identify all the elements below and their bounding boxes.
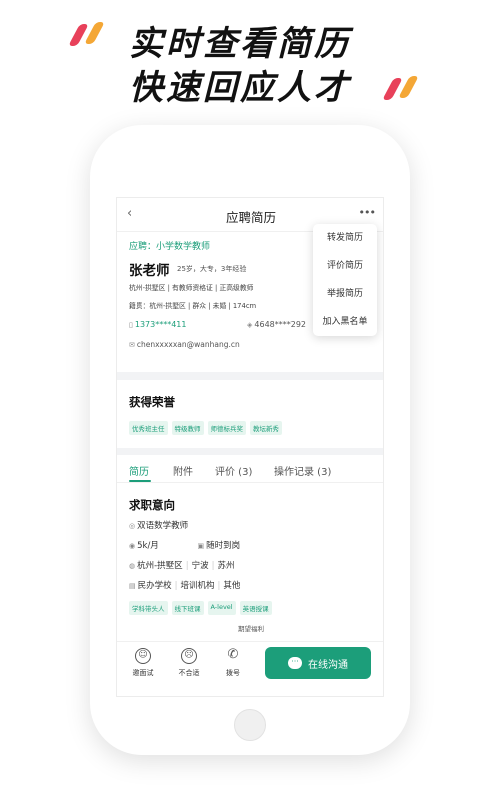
job-position: 双语数学教师 [137,521,189,531]
tab-indicator [129,480,151,482]
wechat-icon: ◈ [247,321,253,329]
phone-icon: ▯ [129,321,133,329]
not-suitable-button[interactable]: ☹ 不合适 [169,648,209,678]
calendar-icon: ▣ [197,542,205,550]
honor-section: 获得荣誉 优秀班主任 特级教师 师德标兵奖 教坛新秀 [117,380,383,448]
job-intention-title: 求职意向 [129,498,175,512]
honor-tags: 优秀班主任 特级教师 师德标兵奖 教坛新秀 [129,421,282,435]
school-type: 民办学校 [137,581,172,591]
wechat-id-text: 4648****292 [254,320,307,329]
job-tag: 英语授课 [239,601,272,615]
school-type: 培训机构 [180,581,215,591]
honor-title: 获得荣誉 [129,395,175,409]
tab-reviews[interactable]: 评价 (3) [215,463,252,478]
invite-interview-label: 邀面试 [132,669,154,677]
job-tags: 学科带头人 线下班课 A-level 英语授课 [129,601,272,615]
honor-tag: 师德标兵奖 [207,421,246,435]
headline-line-1: 实时查看简历 [129,24,351,64]
not-suitable-label: 不合适 [178,669,200,677]
wechat-id: ◈ 4648****292 [247,320,306,329]
email: ✉ chenxxxxxan@wanhang.cn [129,340,240,349]
job-salary-row: ◉ 5k/月 ▣ 随时到岗 [129,539,240,551]
job-position-row: ◎ 双语数学教师 [129,519,188,531]
job-location: 苏州 [217,561,235,571]
phone-frame: ‹ 应聘简历 ••• 应聘：小学数学教师 张老师 25岁，大专，3年经验 杭州-… [90,125,410,755]
call-button[interactable]: ✆ 拨号 [213,648,253,678]
job-location-row: ◍ 杭州-拱墅区 | 宁波 | 苏州 [129,561,235,571]
tab-resume[interactable]: 简历 [129,463,149,478]
phone-number[interactable]: ▯ 1373****411 [129,320,187,329]
bottom-action-bar: ☺ 邀面试 ☹ 不合适 ✆ 拨号 ··· 在线沟通 [117,641,383,691]
tab-attachments[interactable]: 附件 [173,463,193,478]
honor-tag: 优秀班主任 [129,421,168,435]
honor-tag: 教坛新秀 [250,421,282,435]
applied-position: 应聘：小学数学教师 [129,242,211,252]
job-tag: A-level [207,601,236,615]
person-icon: ☺ [135,648,151,664]
phone-number-text: 1373****411 [134,320,187,329]
sad-face-icon: ☹ [181,648,197,664]
menu-item-evaluate[interactable]: 评价简历 [313,252,377,280]
online-chat-button[interactable]: ··· 在线沟通 [265,647,371,679]
tab-bar: 简历 附件 评价 (3) 操作记录 (3) [117,455,383,483]
app-screen: ‹ 应聘简历 ••• 应聘：小学数学教师 张老师 25岁，大专，3年经验 杭州-… [116,197,384,697]
candidate-info-line-2: 籍贯：杭州-拱墅区 | 群众 | 未婚 | 174cm [129,302,257,310]
school-type: 其他 [223,581,241,591]
menu-item-forward[interactable]: 转发简历 [313,224,377,252]
job-tag: 线下班课 [171,601,204,615]
job-availability: 随时到岗 [206,541,241,551]
menu-item-blacklist[interactable]: 加入黑名单 [313,308,377,336]
job-school-type-row: ▤ 民办学校 | 培训机构 | 其他 [129,581,241,591]
tab-operation-log[interactable]: 操作记录 (3) [274,463,331,478]
salary-icon: ◉ [129,542,136,550]
candidate-info-line-1: 杭州-拱墅区 | 有教师资格证 | 正高级教师 [129,284,254,292]
call-label: 拨号 [226,669,240,677]
menu-item-report[interactable]: 举报简历 [313,280,377,308]
home-button[interactable] [234,709,266,741]
invite-interview-button[interactable]: ☺ 邀面试 [123,648,163,678]
candidate-name: 张老师 [129,263,170,279]
job-location: 杭州-拱墅区 [137,561,183,571]
job-salary: 5k/月 [137,541,159,551]
job-tag: 学科带头人 [129,601,168,615]
candidate-meta: 25岁，大专，3年经验 [177,265,247,273]
email-text: chenxxxxxan@wanhang.cn [136,340,240,349]
phone-icon: ✆ [227,647,239,662]
online-chat-label: 在线沟通 [308,659,348,671]
more-menu: 转发简历 评价简历 举报简历 加入黑名单 [313,224,377,336]
more-icon[interactable]: ••• [359,206,376,219]
location-icon: ◍ [129,562,136,570]
expected-benefits-label: 期望福利 [238,625,264,633]
school-icon: ▤ [129,582,136,590]
honor-tag: 特级教师 [171,421,204,435]
position-icon: ◎ [129,522,136,530]
job-location: 宁波 [191,561,209,571]
mail-icon: ✉ [129,341,135,349]
headline-line-2: 快速回应人才 [129,68,351,108]
chat-bubble-icon: ··· [288,657,302,669]
